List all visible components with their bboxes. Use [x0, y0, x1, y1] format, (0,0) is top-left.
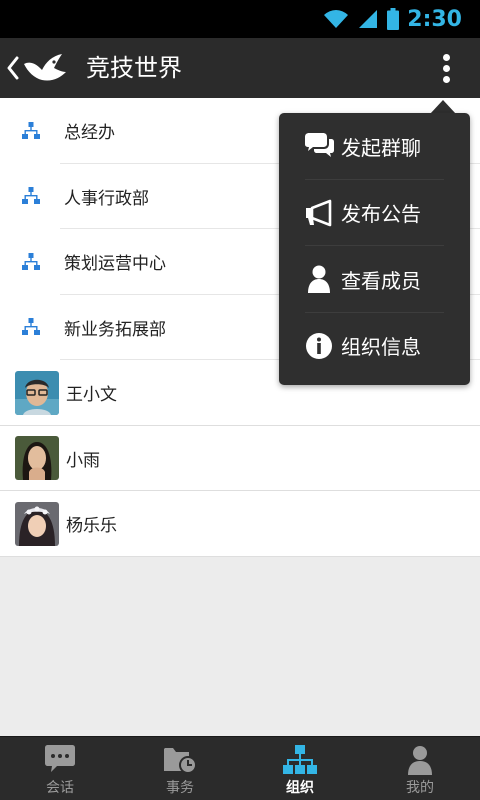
title-bar: 竞技世界 [0, 38, 480, 98]
menu-item-view-members[interactable]: 查看成员 [287, 246, 462, 313]
department-label: 新业务拓展部 [64, 319, 166, 340]
tab-label: 组织 [286, 780, 314, 796]
tab-label: 会话 [46, 780, 74, 796]
menu-item-start-group-chat[interactable]: 发起群聊 [287, 113, 462, 180]
wifi-icon [324, 10, 349, 28]
back-chevron-icon [7, 56, 19, 80]
status-bar: 2:30 [0, 0, 480, 38]
avatar [15, 501, 59, 546]
signal-icon [359, 10, 378, 28]
chat-bubbles-icon [305, 133, 334, 158]
department-icon [22, 252, 40, 270]
status-time: 2:30 [407, 6, 462, 32]
menu-item-organization-info[interactable]: 组织信息 [287, 313, 462, 380]
department-icon [22, 187, 40, 205]
popup-arrow [430, 100, 456, 114]
menu-item-label: 发布公告 [341, 202, 421, 227]
member-name: 小雨 [66, 450, 100, 471]
avatar [15, 370, 59, 415]
overflow-menu-button[interactable] [426, 48, 466, 88]
member-name: 王小文 [66, 385, 117, 406]
back-button[interactable] [6, 38, 78, 98]
person-icon [308, 265, 330, 294]
member-row[interactable]: 杨乐乐 [0, 491, 480, 557]
overflow-dot [442, 53, 450, 61]
department-icon [22, 318, 40, 336]
app-logo-icon [24, 54, 66, 81]
menu-item-label: 查看成员 [341, 268, 421, 293]
tab-organization[interactable]: 组织 [240, 737, 360, 800]
department-icon [22, 121, 40, 139]
org-chart-icon [283, 745, 317, 774]
tab-affairs[interactable]: 事务 [120, 737, 240, 800]
folder-clock-icon [164, 748, 197, 774]
status-indicators: 2:30 [323, 4, 462, 34]
department-label: 总经办 [64, 123, 115, 144]
divider [0, 555, 480, 557]
department-label: 人事行政部 [64, 188, 149, 209]
avatar [15, 436, 59, 481]
member-name: 杨乐乐 [66, 516, 117, 537]
battery-icon [387, 8, 400, 30]
overflow-popup-menu: 发起群聊 发布公告 查看成员 组织信息 [279, 113, 470, 385]
person-icon [408, 746, 432, 775]
bottom-tab-bar: 会话 事务 组织 我的 [0, 736, 480, 800]
department-label: 策划运营中心 [64, 254, 166, 275]
megaphone-icon [306, 199, 332, 227]
page-title: 竞技世界 [86, 54, 182, 82]
member-row[interactable]: 小雨 [0, 425, 480, 491]
chat-icon [45, 745, 75, 772]
tab-mine[interactable]: 我的 [360, 737, 480, 800]
menu-item-publish-announcement[interactable]: 发布公告 [287, 180, 462, 246]
menu-item-label: 组织信息 [341, 335, 421, 360]
overflow-dot [442, 75, 450, 83]
tab-label: 我的 [406, 780, 434, 796]
tab-conversations[interactable]: 会话 [0, 737, 120, 800]
tab-label: 事务 [166, 780, 194, 796]
menu-item-label: 发起群聊 [341, 135, 421, 160]
overflow-dot [442, 64, 450, 72]
info-icon [306, 332, 332, 359]
